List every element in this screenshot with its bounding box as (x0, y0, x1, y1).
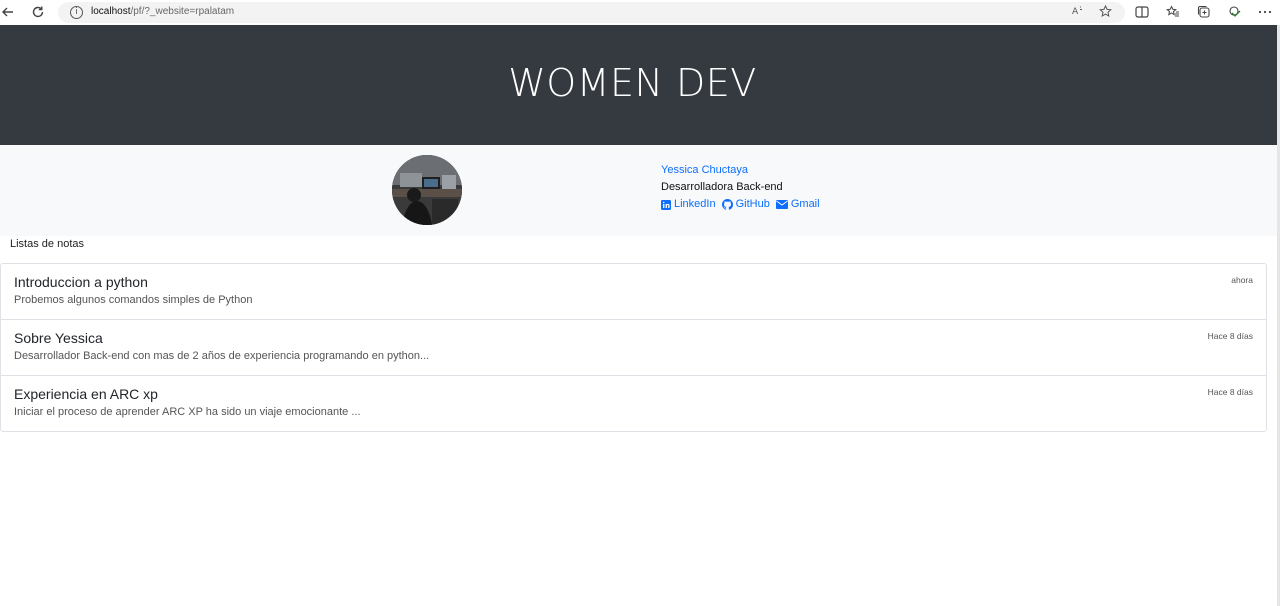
note-description: Desarrollador Back-end con mas de 2 años… (14, 350, 430, 362)
github-link[interactable]: GitHub (721, 196, 770, 213)
site-title: WOMEN DEV (508, 61, 757, 105)
svg-text:A: A (1072, 7, 1079, 16)
note-time: Hace 8 días (1207, 387, 1253, 397)
note-description: Probemos algunos comandos simples de Pyt… (14, 294, 253, 306)
site-header: WOMEN DEV (0, 25, 1277, 145)
note-title: Sobre Yessica (14, 330, 103, 346)
split-screen-icon[interactable] (1134, 4, 1150, 20)
profile-info: Yessica Chuctaya Desarrolladora Back-end… (661, 162, 826, 213)
address-bar[interactable]: i localhost/pf/?_website=rpalatam A (58, 2, 1125, 23)
notes-list: Introduccion a python Probemos algunos c… (0, 263, 1267, 432)
mail-icon (775, 200, 788, 209)
github-icon (721, 199, 733, 210)
extensions-icon[interactable] (1227, 4, 1243, 20)
browser-toolbar: i localhost/pf/?_website=rpalatam A (0, 0, 1280, 25)
gmail-label: Gmail (790, 198, 820, 210)
linkedin-label: LinkedIn (674, 198, 716, 210)
avatar (392, 155, 462, 225)
note-description: Iniciar el proceso de aprender ARC XP ha… (14, 406, 361, 418)
note-title: Experiencia en ARC xp (14, 386, 158, 402)
read-aloud-icon[interactable]: A (1071, 5, 1086, 20)
note-title: Introduccion a python (14, 274, 148, 290)
more-options-icon[interactable] (1257, 4, 1273, 20)
favorites-icon[interactable] (1165, 4, 1181, 20)
profile-links: LinkedIn GitHub Gmail (661, 196, 826, 213)
url-path: /pf/?_website=rpalatam (130, 6, 235, 17)
notes-section-label: Listas de notas (10, 238, 84, 250)
favorite-star-icon[interactable] (1098, 4, 1113, 20)
back-icon[interactable] (0, 4, 16, 20)
github-label: GitHub (735, 198, 770, 210)
list-item[interactable]: Experiencia en ARC xp Iniciar el proceso… (1, 376, 1266, 431)
url-host: localhost (91, 6, 131, 17)
linkedin-icon (661, 199, 671, 210)
reload-icon[interactable] (30, 4, 46, 20)
gmail-link[interactable]: Gmail (775, 196, 820, 213)
linkedin-link[interactable]: LinkedIn (661, 196, 716, 213)
list-item[interactable]: Sobre Yessica Desarrollador Back-end con… (1, 320, 1266, 376)
info-icon[interactable]: i (70, 6, 83, 19)
note-time: Hace 8 días (1207, 331, 1253, 341)
collections-icon[interactable] (1196, 4, 1212, 20)
profile-section: Yessica Chuctaya Desarrolladora Back-end… (0, 145, 1277, 236)
profile-name[interactable]: Yessica Chuctaya (661, 162, 826, 179)
list-item[interactable]: Introduccion a python Probemos algunos c… (1, 264, 1266, 320)
profile-role: Desarrolladora Back-end (661, 181, 783, 193)
note-time: ahora (1231, 275, 1253, 285)
url-text[interactable]: localhost/pf/?_website=rpalatam (91, 6, 234, 17)
